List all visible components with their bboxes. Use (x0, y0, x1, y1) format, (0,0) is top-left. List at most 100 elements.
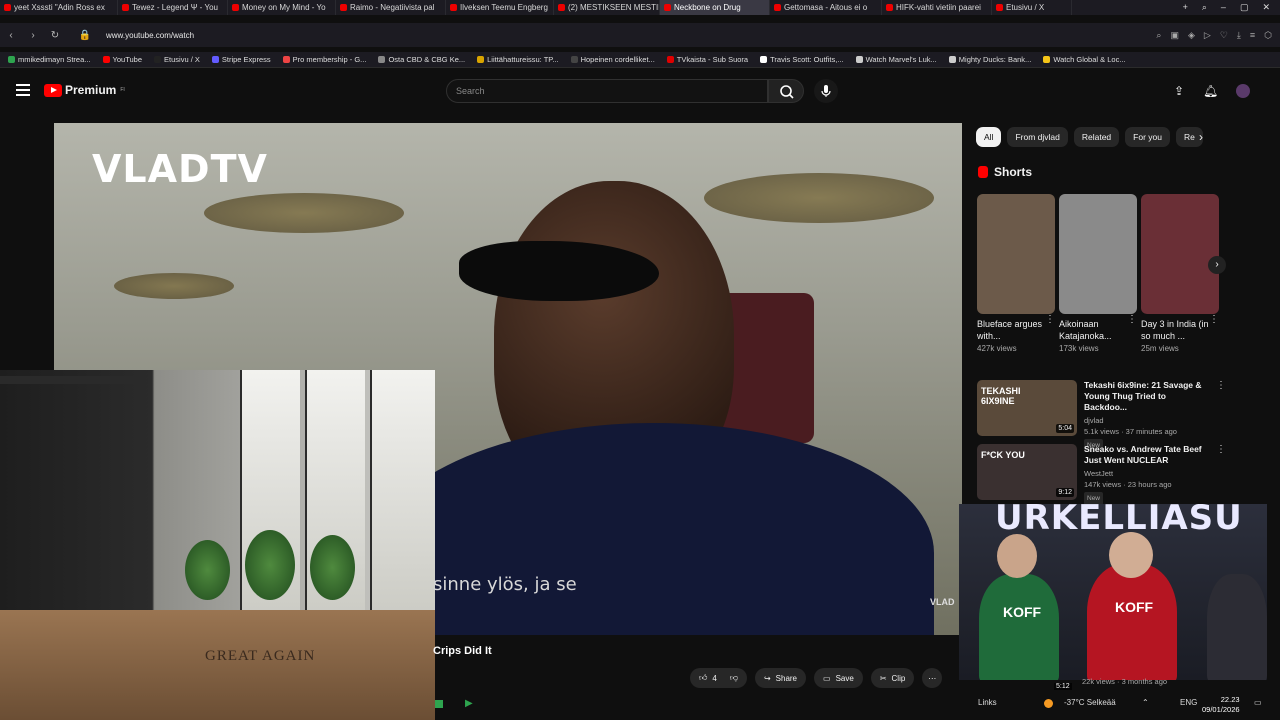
screenshot-icon[interactable]: ▣ (1170, 30, 1179, 41)
more-icon[interactable]: ⋮ (1216, 444, 1226, 505)
short-title[interactable]: Aikoinaan Katajanoka... (1059, 318, 1127, 342)
more-actions-button[interactable]: ⋯ (922, 668, 943, 688)
save-button[interactable]: ▭ Save (814, 668, 863, 688)
short-item[interactable]: Day 3 in India (in so much ... ⋮ 25m views (1141, 194, 1219, 353)
download-icon[interactable]: ⤓ (1237, 30, 1241, 41)
forward-icon[interactable]: › (22, 30, 44, 41)
avatar[interactable] (1236, 84, 1250, 98)
maximize-icon[interactable]: ▢ (1240, 2, 1249, 13)
heart-icon[interactable]: ♡ (1220, 30, 1228, 41)
weather-text[interactable]: -37°C Selkeää (1064, 698, 1116, 707)
browser-tab[interactable]: yeet Xsssti "Adin Ross ex (0, 0, 118, 15)
search-icon[interactable]: ⌕ (1202, 2, 1207, 13)
bookmark-item[interactable]: mmikedimayn Strea... (8, 55, 91, 64)
language-indicator[interactable]: ENG (1180, 698, 1197, 707)
more-icon[interactable]: ⋮ (1127, 314, 1137, 342)
jersey-text: KOFF (1003, 604, 1042, 620)
menu-icon[interactable]: ≡ (1250, 30, 1255, 41)
bookmark-item[interactable]: Watch Marvel's Luk... (855, 55, 937, 64)
browser-tab[interactable]: Ilveksen Teemu Engberg (446, 0, 554, 15)
app-icon[interactable] (435, 699, 443, 708)
bookmark-item[interactable]: Liittähattureissu: TP... (477, 55, 559, 64)
like-button[interactable]: 👍︎ 4 👎︎ (690, 668, 747, 688)
play-icon[interactable]: ▷ (1204, 30, 1211, 41)
short-thumbnail[interactable] (977, 194, 1055, 314)
filter-chip[interactable]: For you (1125, 127, 1170, 147)
video-subtitle: sinne ylös, ja se (433, 574, 577, 595)
browser-tab[interactable]: (2) MESTIKSEEN MESTIK (554, 0, 660, 15)
short-thumbnail[interactable] (1141, 194, 1219, 314)
logo-text: Premium (65, 83, 117, 97)
recommendation-item[interactable]: F*CK YOU 9:12 Sneako vs. Andrew Tate Beef … (977, 444, 1226, 505)
bookmark-item[interactable]: Hopeinen cordelliket... (570, 55, 655, 64)
menu-hamburger-icon[interactable] (16, 84, 30, 96)
cymbal-shape (704, 173, 934, 223)
channel-name[interactable]: djvlad (1084, 415, 1209, 426)
url-field[interactable]: www.youtube.com/watch (106, 31, 194, 40)
short-item[interactable]: Blueface argues with... ⋮ 427k views (977, 194, 1055, 353)
miniplayer[interactable]: URKELLIASU KOFF KOFF (959, 504, 1267, 680)
search-input[interactable]: Search (446, 79, 768, 103)
bookmark-item[interactable]: TVkaista - Sub Suora (666, 55, 748, 64)
tab-label: Etusivu / X (1006, 3, 1045, 12)
zoom-icon[interactable]: ⌕ (1156, 30, 1161, 41)
bookmark-label: YouTube (112, 55, 143, 64)
bookmark-item[interactable]: Stripe Express (211, 55, 271, 64)
recommendation-thumbnail[interactable]: TEKASHI 6IX9INE 5:04 (977, 380, 1077, 436)
search-button[interactable] (768, 79, 804, 103)
shorts-next-button[interactable]: › (1208, 256, 1226, 274)
system-clock[interactable]: 22.23 09/01/2026 (1202, 695, 1240, 715)
bookmark-item[interactable]: Pro membership - G... (282, 55, 366, 64)
shield-icon[interactable]: ◈ (1188, 30, 1195, 41)
bookmark-item[interactable]: Etusivu / X (154, 55, 200, 64)
recommendation-title[interactable]: Tekashi 6ix9ine: 21 Savage & Young Thug … (1084, 380, 1209, 413)
recommendation-item[interactable]: TEKASHI 6IX9INE 5:04 Tekashi 6ix9ine: 21 S… (977, 380, 1226, 452)
browser-tab[interactable]: Tewez - Legend Ψ - You (118, 0, 228, 15)
short-title[interactable]: Blueface argues with... (977, 318, 1045, 342)
filter-chip[interactable]: Related (1073, 127, 1120, 147)
browser-tab[interactable]: Money on My Mind - Yo (228, 0, 336, 15)
recommendation-thumbnail[interactable]: F*CK YOU 9:12 (977, 444, 1077, 500)
youtube-logo[interactable]: Premium FI (44, 83, 125, 97)
browser-tab[interactable]: Etusivu / X (992, 0, 1072, 15)
share-button[interactable]: ↪ Share (754, 668, 807, 688)
minimize-icon[interactable]: – (1221, 2, 1226, 13)
channel-name[interactable]: WestJett (1084, 468, 1209, 479)
browser-tab[interactable]: Raimo - Negatiivista pal (336, 0, 446, 15)
browser-tab[interactable]: Gettomasa - Aitous ei o (770, 0, 882, 15)
links-label[interactable]: Links (978, 698, 997, 707)
more-icon[interactable]: ⋮ (1045, 314, 1055, 342)
back-icon[interactable]: ‹ (0, 30, 22, 41)
short-thumbnail[interactable] (1059, 194, 1137, 314)
dislike-icon[interactable]: 👎︎ (730, 673, 738, 683)
more-icon[interactable]: ⋮ (1216, 380, 1226, 452)
recommendation-title[interactable]: Sneako vs. Andrew Tate Beef Just Went NU… (1084, 444, 1209, 466)
bookmark-item[interactable]: YouTube (102, 55, 143, 64)
short-item[interactable]: Aikoinaan Katajanoka... ⋮ 173k views (1059, 194, 1137, 353)
notifications-bell-icon[interactable]: 🔔︎ (1203, 84, 1218, 98)
bookmark-item[interactable]: Watch Global & Loc... (1043, 55, 1126, 64)
tray-chevron-icon[interactable]: ⌃ (1142, 698, 1149, 707)
new-tab-icon[interactable]: + (1183, 2, 1188, 13)
close-icon[interactable]: ✕ (1262, 2, 1270, 13)
filter-chip[interactable]: All (976, 127, 1002, 147)
upload-icon[interactable]: ⇪ (1174, 84, 1184, 98)
voice-search-button[interactable] (814, 79, 838, 103)
more-icon[interactable]: ⋮ (1209, 314, 1219, 342)
reload-icon[interactable]: ↻ (44, 30, 66, 41)
bookmark-item[interactable]: Osta CBD & CBG Ke... (378, 55, 465, 64)
play-app-icon[interactable]: ▶ (465, 698, 473, 709)
filter-chip[interactable]: From djvlad (1007, 127, 1068, 147)
bookmark-favicon-icon (378, 56, 386, 63)
browser-tab[interactable]: HIFK-vahti vietiin paarei (882, 0, 992, 15)
chevron-right-icon[interactable]: › (1199, 130, 1203, 144)
bookmark-label: Liittähattureissu: TP... (487, 55, 559, 64)
bookmark-item[interactable]: Travis Scott: Outfits,... (760, 55, 844, 64)
extensions-icon[interactable]: ⬡ (1264, 30, 1272, 41)
clip-button[interactable]: ✂ Clip (870, 668, 915, 688)
browser-tab[interactable]: Neckbone on Drug (660, 0, 770, 15)
shirt-shape (374, 423, 934, 635)
short-title[interactable]: Day 3 in India (in so much ... (1141, 318, 1209, 342)
notification-icon[interactable]: ▭ (1254, 698, 1262, 707)
bookmark-item[interactable]: Mighty Ducks: Bank... (948, 55, 1031, 64)
